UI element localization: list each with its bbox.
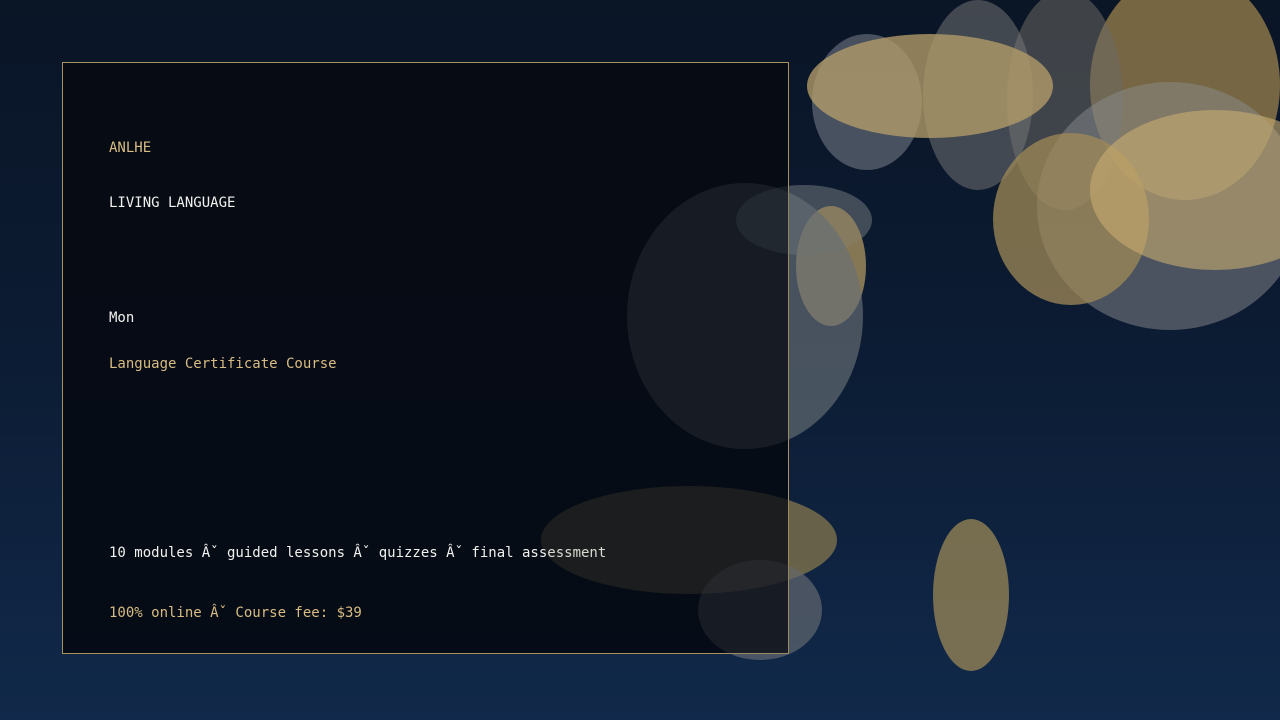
- course-details: 10 modules Âˇ guided lessons Âˇ quizzes …: [109, 545, 607, 561]
- brand-name: ANLHE: [109, 140, 152, 156]
- course-title: Language Certificate Course: [109, 356, 337, 372]
- course-fee: 100% online Âˇ Course fee: $39: [109, 605, 362, 621]
- bokeh-circle: [807, 34, 1053, 138]
- tagline: LIVING LANGUAGE: [109, 195, 236, 211]
- bokeh-circle: [933, 519, 1009, 671]
- course-card: ANLHE LIVING LANGUAGE Mon Language Certi…: [62, 62, 789, 654]
- day-label: Mon: [109, 310, 135, 326]
